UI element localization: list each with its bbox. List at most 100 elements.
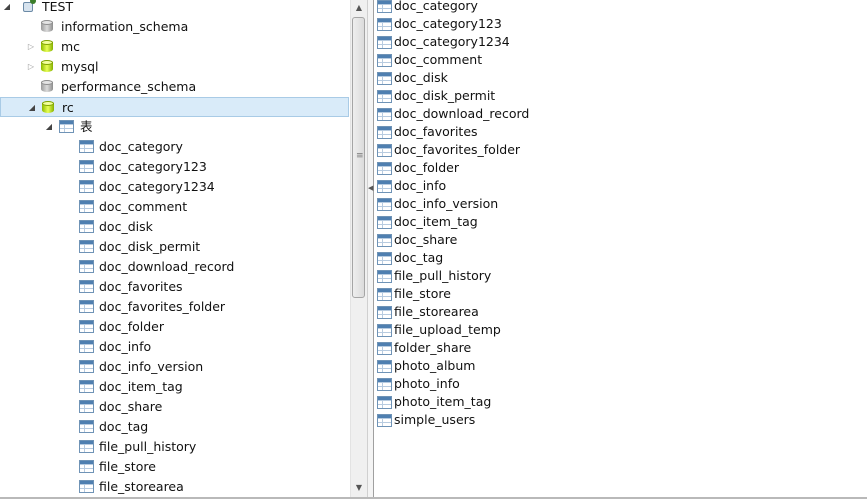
expanded-arrow-icon[interactable]: ◢: [27, 98, 37, 118]
list-item[interactable]: photo_item_tag: [374, 393, 854, 411]
table-icon: [79, 260, 94, 273]
scrollbar-thumb[interactable]: ≡: [352, 17, 365, 298]
table-icon: [377, 144, 392, 157]
tree-table-item[interactable]: doc_category: [0, 137, 350, 157]
list-item-label: file_pull_history: [394, 268, 492, 283]
table-icon: [79, 280, 94, 293]
connection-label: TEST: [42, 0, 74, 14]
list-item[interactable]: file_pull_history: [374, 267, 854, 285]
list-item[interactable]: photo_info: [374, 375, 854, 393]
table-icon: [79, 200, 94, 213]
table-label: doc_category1234: [99, 179, 215, 194]
table-label: doc_folder: [99, 319, 164, 334]
tree-table-item[interactable]: doc_item_tag: [0, 377, 350, 397]
tree-table-item[interactable]: file_pull_history: [0, 437, 350, 457]
list-item-label: doc_category123: [394, 16, 502, 31]
tree-table-item[interactable]: doc_category1234: [0, 177, 350, 197]
list-item[interactable]: simple_users: [374, 411, 854, 429]
table-label: file_pull_history: [99, 439, 197, 454]
list-item-label: file_storearea: [394, 304, 479, 319]
tree-table-item[interactable]: file_store: [0, 457, 350, 477]
database-green-icon: [41, 60, 53, 74]
table-icon: [79, 400, 94, 413]
list-item-label: doc_category: [394, 0, 478, 13]
table-icon: [377, 306, 392, 319]
list-item[interactable]: doc_folder: [374, 159, 854, 177]
list-item[interactable]: doc_info_version: [374, 195, 854, 213]
list-item[interactable]: doc_tag: [374, 249, 854, 267]
list-item[interactable]: doc_disk_permit: [374, 87, 854, 105]
tree-tables-group[interactable]: ◢ 表: [0, 117, 350, 137]
list-item-label: doc_share: [394, 232, 458, 247]
database-label: performance_schema: [61, 79, 197, 94]
collapsed-arrow-icon[interactable]: ▷: [26, 37, 36, 57]
list-item[interactable]: doc_download_record: [374, 105, 854, 123]
tree-database-item[interactable]: performance_schema: [0, 77, 350, 97]
connection-icon: [21, 0, 37, 14]
scroll-down-arrow-icon[interactable]: ▼: [351, 480, 367, 496]
tree-table-item[interactable]: doc_category123: [0, 157, 350, 177]
panel-splitter[interactable]: ◀: [367, 0, 374, 497]
object-list: doc_category doc_category123 doc_category1…: [374, 0, 867, 497]
tree-table-item[interactable]: doc_disk_permit: [0, 237, 350, 257]
list-item-label: doc_category1234: [394, 34, 510, 49]
tree-table-item[interactable]: file_storearea: [0, 477, 350, 497]
list-item[interactable]: doc_favorites_folder: [374, 141, 854, 159]
expanded-arrow-icon[interactable]: ◢: [2, 0, 12, 17]
list-item[interactable]: file_upload_temp: [374, 321, 854, 339]
tree-table-item[interactable]: doc_tag: [0, 417, 350, 437]
tree-database-item[interactable]: information_schema: [0, 17, 350, 37]
collapse-arrow-icon[interactable]: ◀: [368, 183, 373, 193]
list-item[interactable]: doc_item_tag: [374, 213, 854, 231]
table-icon: [79, 380, 94, 393]
list-item[interactable]: doc_info: [374, 177, 854, 195]
list-item-label: doc_info: [394, 178, 447, 193]
list-item-label: file_upload_temp: [394, 322, 501, 337]
database-label: mc: [61, 39, 81, 54]
list-item-label: doc_favorites_folder: [394, 142, 521, 157]
tree-table-item[interactable]: doc_info: [0, 337, 350, 357]
table-label: file_store: [99, 459, 156, 474]
list-item[interactable]: doc_share: [374, 231, 854, 249]
table-icon: [377, 108, 392, 121]
table-label: doc_disk_permit: [99, 239, 201, 254]
expanded-arrow-icon[interactable]: ◢: [44, 117, 54, 137]
list-item[interactable]: doc_category: [374, 0, 854, 15]
scroll-up-arrow-icon[interactable]: ▲: [351, 0, 367, 16]
table-icon: [79, 300, 94, 313]
tree-table-item[interactable]: doc_folder: [0, 317, 350, 337]
tree-table-item[interactable]: doc_share: [0, 397, 350, 417]
table-icon: [377, 252, 392, 265]
table-icon: [377, 234, 392, 247]
list-item[interactable]: file_store: [374, 285, 854, 303]
tree-connection-test[interactable]: ◢ TEST: [0, 0, 350, 17]
list-item[interactable]: doc_disk: [374, 69, 854, 87]
tree-table-item[interactable]: doc_favorites_folder: [0, 297, 350, 317]
list-item-label: photo_album: [394, 358, 476, 373]
list-item-label: photo_info: [394, 376, 460, 391]
tree-table-item[interactable]: doc_disk: [0, 217, 350, 237]
list-item[interactable]: photo_album: [374, 357, 854, 375]
tree-table-item[interactable]: doc_info_version: [0, 357, 350, 377]
tree-table-item[interactable]: doc_comment: [0, 197, 350, 217]
list-item[interactable]: doc_favorites: [374, 123, 854, 141]
list-item[interactable]: doc_category1234: [374, 33, 854, 51]
table-icon: [377, 324, 392, 337]
tree-vertical-scrollbar[interactable]: ▲ ≡ ▼: [350, 0, 367, 497]
list-item[interactable]: file_storearea: [374, 303, 854, 321]
list-item[interactable]: folder_share: [374, 339, 854, 357]
list-item[interactable]: doc_comment: [374, 51, 854, 69]
table-icon: [377, 378, 392, 391]
collapsed-arrow-icon[interactable]: ▷: [26, 57, 36, 77]
tree-database-item[interactable]: ▷ mysql: [0, 57, 350, 77]
database-gray-icon: [41, 20, 53, 34]
tree-database-item[interactable]: ◢ rc: [0, 97, 349, 117]
table-icon: [377, 36, 392, 49]
table-label: doc_info: [99, 339, 152, 354]
tree-database-item[interactable]: ▷ mc: [0, 37, 350, 57]
tree-table-item[interactable]: doc_favorites: [0, 277, 350, 297]
tree-table-item[interactable]: doc_download_record: [0, 257, 350, 277]
table-icon: [79, 340, 94, 353]
table-label: doc_info_version: [99, 359, 204, 374]
list-item[interactable]: doc_category123: [374, 15, 854, 33]
